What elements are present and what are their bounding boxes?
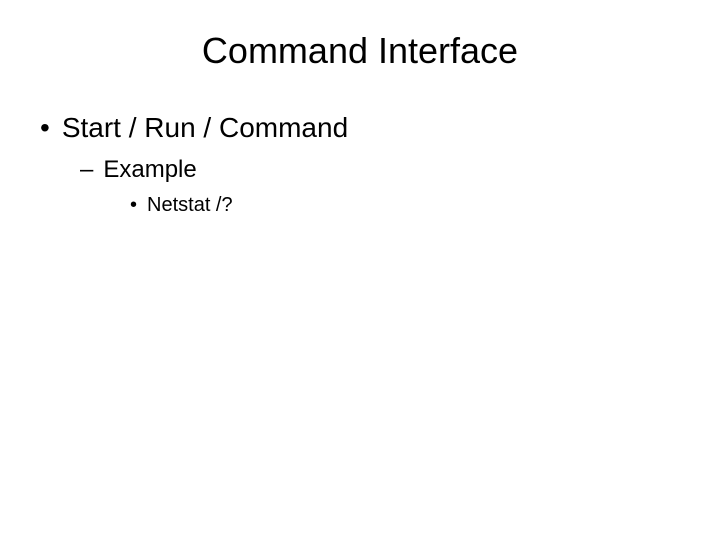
bullet-text: Example [103,156,196,184]
bullet-text: Start / Run / Command [62,112,348,144]
bullet-item-level-2: Example [80,156,720,184]
bullet-item-level-1: Start / Run / Command [40,112,720,144]
slide-title: Command Interface [0,30,720,72]
bullet-text: Netstat /? [147,194,233,217]
slide-container: Command Interface Start / Run / Command … [0,0,720,540]
bullet-item-level-3: Netstat /? [130,194,720,217]
